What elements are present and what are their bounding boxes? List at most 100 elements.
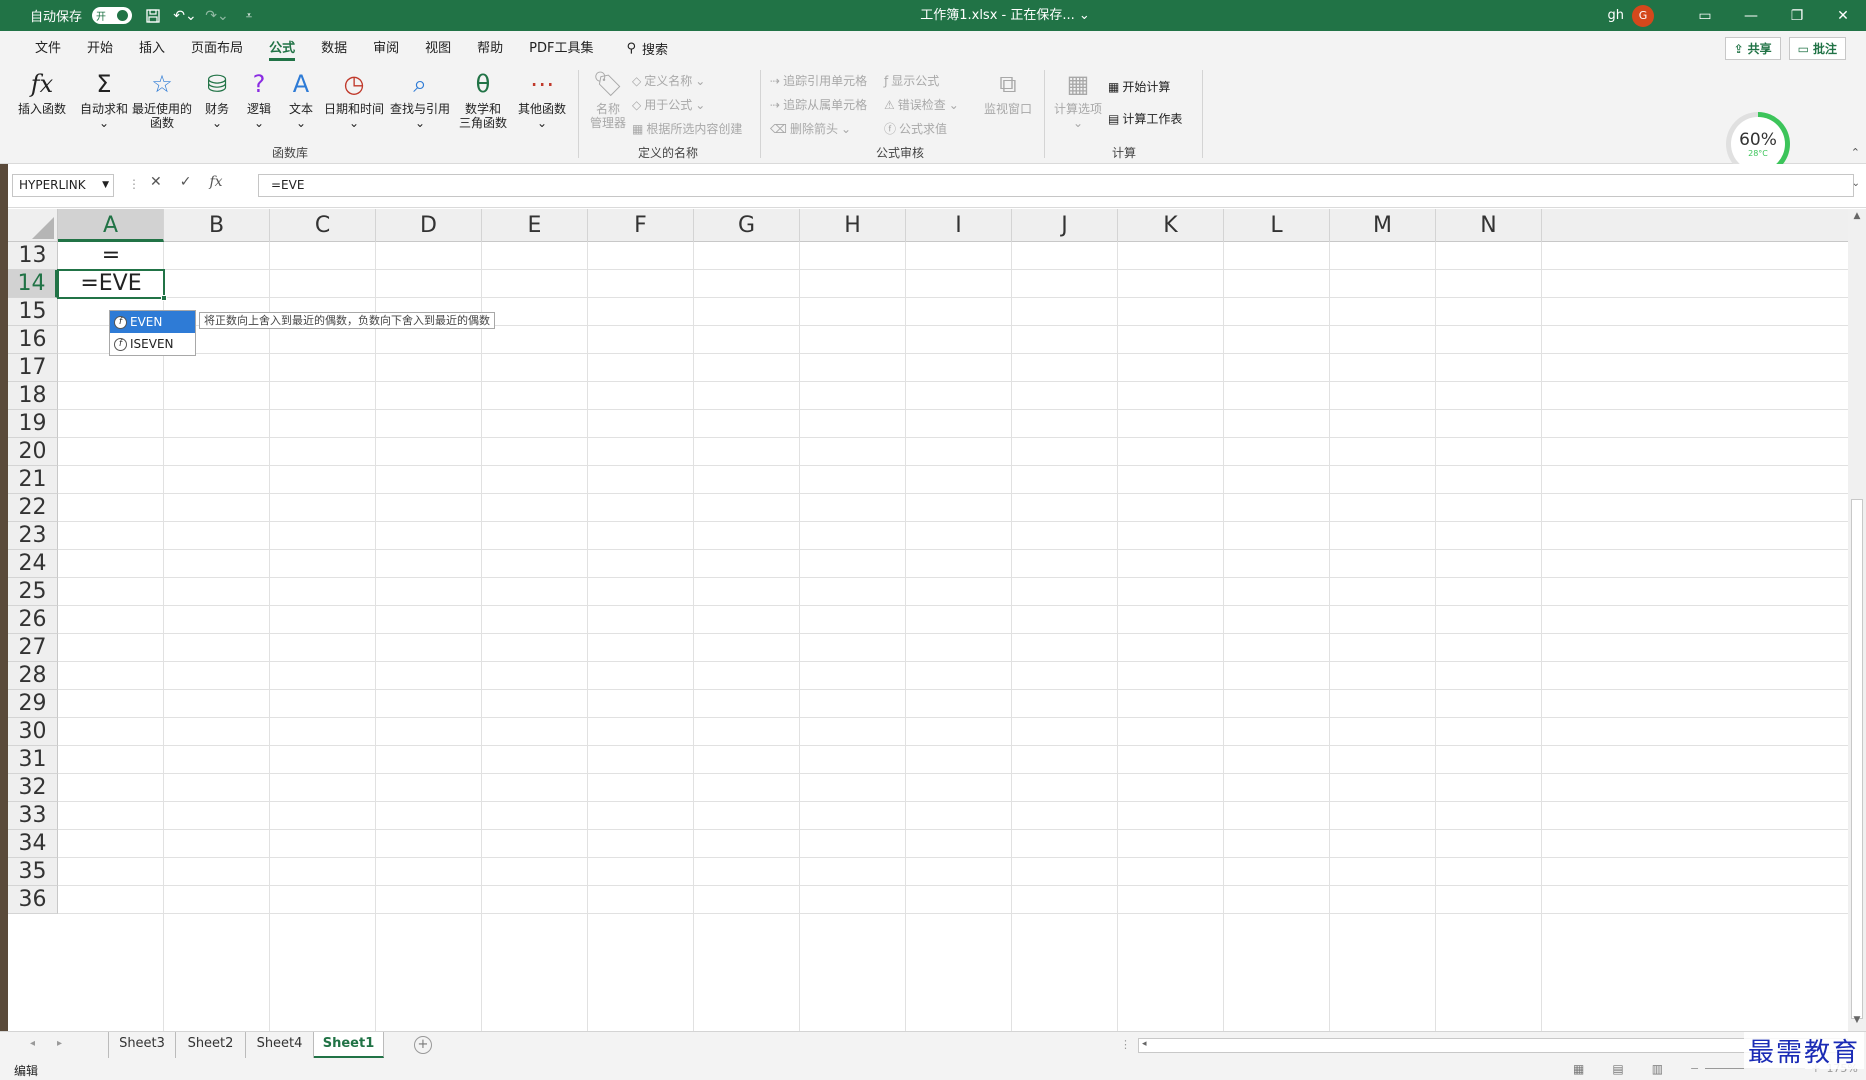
- logical-button[interactable]: ? 逻辑 ⌄: [242, 68, 276, 130]
- scroll-up-icon[interactable]: ▲: [1848, 211, 1866, 225]
- customize-toolbar-icon[interactable]: ⩡: [238, 6, 260, 26]
- recently-used-button[interactable]: ☆ 最近使用的 函数: [132, 68, 192, 130]
- row-header-25[interactable]: 25: [8, 578, 58, 606]
- row-header-14[interactable]: 14: [8, 270, 58, 298]
- sheet-tab-sheet1[interactable]: Sheet1: [314, 1032, 384, 1058]
- use-in-formula-button[interactable]: ◇ 用于公式 ⌄: [632, 96, 705, 113]
- sheet-tab-sheet2[interactable]: Sheet2: [176, 1032, 246, 1058]
- tab-insert[interactable]: 插入: [126, 31, 178, 66]
- avatar[interactable]: G: [1632, 4, 1654, 27]
- undo-icon[interactable]: ↶⌄: [173, 6, 196, 26]
- zoom-out-icon[interactable]: −: [1690, 1062, 1699, 1075]
- cell-A13[interactable]: =: [58, 242, 164, 270]
- create-from-selection-button[interactable]: ▦ 根据所选内容创建: [632, 120, 742, 137]
- calc-options-button[interactable]: ▦ 计算选项 ⌄: [1052, 68, 1104, 130]
- restore-icon[interactable]: ❐: [1774, 0, 1820, 31]
- redo-icon[interactable]: ↷⌄: [205, 6, 228, 26]
- calc-now-button[interactable]: ▦ 开始计算: [1108, 78, 1170, 95]
- horizontal-scrollbar[interactable]: ◂: [1138, 1038, 1848, 1053]
- row-header-21[interactable]: 21: [8, 466, 58, 494]
- sheet-tab-sheet4[interactable]: Sheet4: [246, 1032, 314, 1058]
- row-header-35[interactable]: 35: [8, 858, 58, 886]
- autocomplete-item-even[interactable]: f EVEN: [110, 311, 195, 333]
- trace-precedents-button[interactable]: ⇢ 追踪引用单元格: [770, 72, 867, 89]
- minimize-icon[interactable]: —: [1728, 0, 1774, 31]
- active-cell-A14[interactable]: =EVE: [57, 269, 167, 301]
- name-manager-button[interactable]: 🏷 名称 管理器: [586, 68, 630, 130]
- column-header-h[interactable]: H: [800, 209, 906, 242]
- lookup-button[interactable]: ⌕ 查找与引用 ⌄: [388, 68, 452, 130]
- row-header-19[interactable]: 19: [8, 410, 58, 438]
- prev-sheet-icon[interactable]: ◂: [30, 1038, 35, 1049]
- tab-home[interactable]: 开始: [74, 31, 126, 66]
- name-box-dropdown-icon[interactable]: ▼: [102, 175, 109, 196]
- row-header-17[interactable]: 17: [8, 354, 58, 382]
- insert-function-button[interactable]: fx 插入函数: [16, 68, 68, 116]
- more-functions-button[interactable]: ⋯ 其他函数 ⌄: [516, 68, 568, 130]
- next-sheet-icon[interactable]: ▸: [57, 1038, 62, 1049]
- row-header-28[interactable]: 28: [8, 662, 58, 690]
- tab-pdf-tools[interactable]: PDF工具集: [516, 31, 606, 66]
- sheet-tab-sheet3[interactable]: Sheet3: [108, 1032, 176, 1058]
- row-header-20[interactable]: 20: [8, 438, 58, 466]
- text-button[interactable]: A 文本 ⌄: [284, 68, 318, 130]
- close-icon[interactable]: ✕: [1820, 0, 1866, 31]
- column-header-j[interactable]: J: [1012, 209, 1118, 242]
- column-header-m[interactable]: M: [1330, 209, 1436, 242]
- formula-input[interactable]: =EVE: [258, 174, 1854, 197]
- row-header-15[interactable]: 15: [8, 298, 58, 326]
- collapse-ribbon-icon[interactable]: ⌃: [1851, 146, 1860, 159]
- column-header-b[interactable]: B: [164, 209, 270, 242]
- select-all-button[interactable]: [8, 209, 58, 242]
- tab-page-layout[interactable]: 页面布局: [178, 31, 256, 66]
- tab-view[interactable]: 视图: [412, 31, 464, 66]
- search-box[interactable]: ⚲ 搜索: [626, 39, 668, 58]
- column-header-l[interactable]: L: [1224, 209, 1330, 242]
- fill-handle[interactable]: [161, 295, 167, 301]
- column-header-k[interactable]: K: [1118, 209, 1224, 242]
- trace-dependents-button[interactable]: ⇢ 追踪从属单元格: [770, 96, 867, 113]
- cell-area[interactable]: = =EVE: [57, 242, 1848, 1031]
- column-header-c[interactable]: C: [270, 209, 376, 242]
- tab-formulas[interactable]: 公式: [256, 31, 308, 66]
- row-header-32[interactable]: 32: [8, 774, 58, 802]
- expand-formula-icon[interactable]: ⌄: [1852, 178, 1860, 189]
- row-header-31[interactable]: 31: [8, 746, 58, 774]
- row-header-22[interactable]: 22: [8, 494, 58, 522]
- column-header-g[interactable]: G: [694, 209, 800, 242]
- row-header-36[interactable]: 36: [8, 886, 58, 914]
- share-button[interactable]: ⇪ 共享: [1724, 37, 1781, 60]
- autosave-toggle[interactable]: 开: [92, 7, 133, 24]
- autosum-button[interactable]: Σ 自动求和 ⌄: [78, 68, 130, 130]
- row-header-23[interactable]: 23: [8, 522, 58, 550]
- scroll-left-icon[interactable]: ◂: [1142, 1039, 1147, 1049]
- save-icon[interactable]: [142, 6, 164, 26]
- row-header-30[interactable]: 30: [8, 718, 58, 746]
- row-header-29[interactable]: 29: [8, 690, 58, 718]
- autocomplete-item-iseven[interactable]: f ISEVEN: [110, 333, 195, 355]
- tab-split-handle-icon[interactable]: ⋮: [1120, 1038, 1131, 1051]
- datetime-button[interactable]: ◷ 日期和时间 ⌄: [322, 68, 386, 130]
- row-header-24[interactable]: 24: [8, 550, 58, 578]
- cancel-entry-icon[interactable]: ✕: [150, 174, 162, 190]
- column-header-e[interactable]: E: [482, 209, 588, 242]
- financial-button[interactable]: ⛁ 财务 ⌄: [200, 68, 234, 130]
- column-header-d[interactable]: D: [376, 209, 482, 242]
- column-header-n[interactable]: N: [1436, 209, 1542, 242]
- page-break-view-icon[interactable]: ▥: [1652, 1062, 1663, 1076]
- name-box[interactable]: HYPERLINK ▼: [12, 174, 114, 197]
- tab-data[interactable]: 数据: [308, 31, 360, 66]
- add-sheet-icon[interactable]: +: [414, 1036, 432, 1054]
- tab-help[interactable]: 帮助: [464, 31, 516, 66]
- vertical-scrollbar[interactable]: ▲ ▼: [1848, 209, 1866, 1031]
- row-header-16[interactable]: 16: [8, 326, 58, 354]
- row-header-34[interactable]: 34: [8, 830, 58, 858]
- math-button[interactable]: θ 数学和 三角函数: [452, 68, 514, 130]
- evaluate-formula-button[interactable]: ⓕ 公式求值: [884, 120, 947, 137]
- error-checking-button[interactable]: ⚠ 错误检查 ⌄: [884, 96, 959, 113]
- tab-review[interactable]: 审阅: [360, 31, 412, 66]
- column-header-i[interactable]: I: [906, 209, 1012, 242]
- row-header-18[interactable]: 18: [8, 382, 58, 410]
- row-header-27[interactable]: 27: [8, 634, 58, 662]
- calc-sheet-button[interactable]: ▤ 计算工作表: [1108, 110, 1182, 127]
